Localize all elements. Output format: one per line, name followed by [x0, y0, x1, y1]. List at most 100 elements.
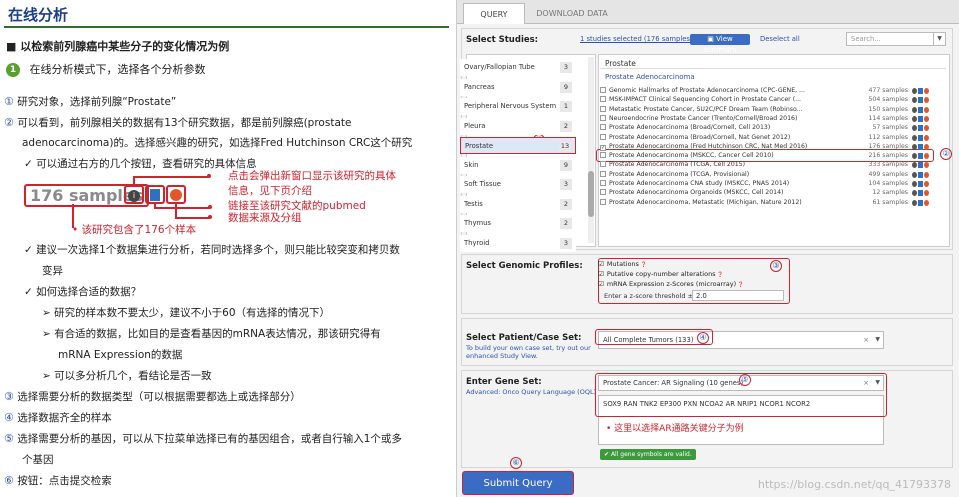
source-icon[interactable]	[924, 106, 929, 113]
info-icon[interactable]	[912, 97, 917, 104]
study-checkbox[interactable]	[600, 189, 606, 196]
info-icon[interactable]	[912, 199, 917, 206]
study-checkbox[interactable]	[600, 180, 606, 186]
study-row[interactable]: Prostate Adenocarcinoma, Metastatic (Mic…	[600, 198, 936, 208]
category-item[interactable]: Skin 9	[460, 156, 576, 174]
source-icon[interactable]	[924, 134, 929, 141]
pubmed-icon[interactable]	[918, 181, 923, 187]
source-icon[interactable]	[924, 97, 929, 104]
study-row[interactable]: Prostate Adenocarcinoma (TCGA, Provision…	[600, 170, 936, 180]
category-item[interactable]: Peripheral Nervous System 1	[460, 98, 576, 115]
info-icon[interactable]	[912, 106, 917, 113]
profile-checkbox[interactable]: ☑	[598, 280, 604, 288]
pubmed-icon[interactable]	[918, 125, 923, 132]
study-row[interactable]: ✓ Prostate Adenocarcinoma (Fred Hutchinso…	[600, 143, 936, 152]
study-row[interactable]: Prostate Adenocarcinoma (MSKCC, Cancer C…	[600, 152, 936, 161]
category-item[interactable]: Prostate 13	[460, 137, 576, 154]
study-row[interactable]: Prostate Adenocarcinoma (TCGA, Cell 2015…	[600, 161, 936, 170]
study-row[interactable]: Metastatic Prostate Cancer, SU2C/PCF Dre…	[600, 105, 936, 115]
clear-icon[interactable]: ×	[863, 332, 869, 348]
help-icon[interactable]: ❓	[736, 282, 744, 288]
ann-line-3a	[175, 204, 177, 218]
info-icon[interactable]	[912, 125, 917, 132]
info-icon[interactable]	[912, 162, 917, 169]
study-checkbox[interactable]	[600, 124, 606, 131]
source-icon[interactable]	[924, 153, 929, 160]
pubmed-icon[interactable]	[918, 106, 923, 113]
info-icon[interactable]	[912, 153, 917, 160]
profile-option[interactable]: ☑ mRNA Expression z-Scores (microarray) ❓	[598, 280, 744, 288]
help-icon[interactable]: ❓	[716, 272, 723, 278]
source-icon[interactable]	[924, 125, 929, 132]
study-checkbox[interactable]	[600, 114, 606, 121]
category-item[interactable]: Pleura 2	[460, 117, 576, 135]
study-row[interactable]: Genomic Hallmarks of Prostate Adenocarci…	[600, 87, 936, 96]
oql-link[interactable]: Advanced: Onco Query Language (OQL)	[466, 388, 596, 396]
category-item[interactable]: Thyroid 3	[460, 234, 576, 252]
help-icon[interactable]: ❓	[639, 262, 647, 268]
category-item[interactable]: Ovary/Fallopian Tube 3	[460, 59, 576, 76]
scrollbar-thumb[interactable]	[588, 171, 594, 217]
deselect-all-link[interactable]: Deselect all	[760, 35, 800, 43]
study-name: Prostate Adenocarcinoma (MSKCC, Cancer C…	[609, 152, 774, 160]
study-checkbox[interactable]	[600, 161, 606, 168]
study-checkbox[interactable]	[600, 152, 606, 159]
tab-download-data[interactable]: DOWNLOAD DATA	[529, 3, 615, 24]
chevron-down-icon[interactable]: ▼	[933, 33, 945, 45]
study-checkbox[interactable]	[600, 133, 606, 140]
source-icon[interactable]	[924, 162, 929, 169]
source-icon[interactable]	[924, 143, 929, 150]
source-icon[interactable]	[924, 181, 929, 187]
source-icon[interactable]	[924, 199, 929, 206]
study-checkbox[interactable]	[600, 96, 606, 103]
category-scrollbar[interactable]	[588, 57, 594, 243]
pubmed-icon[interactable]	[918, 153, 923, 160]
profile-option[interactable]: ☑ Putative copy-number alterations ❓	[598, 270, 723, 278]
study-row[interactable]: Prostate Adenocarcinoma (Broad/Cornell, …	[600, 133, 936, 143]
selected-info-link[interactable]: 1 studies selected (176 samples)	[580, 35, 693, 43]
category-item[interactable]: Thymus 2	[460, 215, 576, 232]
study-checkbox[interactable]	[600, 87, 606, 93]
profile-checkbox[interactable]: ☑	[598, 270, 604, 278]
study-row[interactable]: Neuroendocrine Prostate Cancer (Trento/C…	[600, 114, 936, 124]
category-item[interactable]: Testis 2	[460, 195, 576, 213]
pubmed-icon[interactable]	[918, 190, 923, 197]
category-item[interactable]: Pancreas 9	[460, 78, 576, 96]
profile-option[interactable]: ☑ Mutations ❓	[598, 260, 647, 268]
pubmed-icon[interactable]	[918, 171, 923, 178]
source-icon[interactable]	[924, 171, 929, 178]
source-icon[interactable]	[924, 88, 929, 94]
info-icon[interactable]	[912, 134, 917, 141]
source-icon[interactable]	[924, 115, 929, 122]
pubmed-icon[interactable]	[918, 199, 923, 206]
pubmed-icon[interactable]	[918, 143, 923, 150]
profile-checkbox[interactable]: ☑	[598, 260, 604, 268]
study-row[interactable]: MSK-IMPACT Clinical Sequencing Cohort in…	[600, 96, 936, 105]
pubmed-icon[interactable]	[918, 134, 923, 141]
pubmed-icon[interactable]	[918, 97, 923, 104]
study-search-input[interactable]: Search... ▼	[846, 32, 946, 46]
study-row[interactable]: Prostate Adenocarcinoma Organoids (MSKCC…	[600, 189, 936, 198]
pubmed-icon[interactable]	[918, 162, 923, 169]
study-checkbox[interactable]	[600, 105, 606, 112]
study-row[interactable]: Prostate Adenocarcinoma CNA study (MSKCC…	[600, 180, 936, 189]
info-icon[interactable]	[912, 181, 917, 187]
category-item[interactable]: Soft Tissue 3	[460, 176, 576, 193]
info-icon[interactable]	[912, 143, 917, 150]
source-icon[interactable]	[924, 190, 929, 197]
info-icon[interactable]	[912, 171, 917, 178]
study-checkbox[interactable]	[600, 170, 606, 177]
view-summary-button[interactable]: ▣ View summary	[690, 34, 750, 54]
tab-query[interactable]: QUERY	[463, 3, 525, 24]
info-icon[interactable]	[912, 190, 917, 197]
pubmed-icon[interactable]	[918, 88, 923, 94]
info-icon[interactable]	[912, 88, 917, 94]
case-set-hint[interactable]: To build your own case set, try out our …	[466, 344, 591, 360]
study-row[interactable]: Prostate Adenocarcinoma (Broad/Cornell, …	[600, 124, 936, 133]
pubmed-icon[interactable]	[918, 115, 923, 122]
info-icon[interactable]	[912, 115, 917, 122]
submit-query-button[interactable]: Submit Query	[462, 471, 574, 495]
study-checkbox[interactable]: ✓	[600, 144, 606, 151]
study-checkbox[interactable]	[600, 198, 606, 205]
chevron-down-icon[interactable]: ▼	[875, 332, 880, 348]
